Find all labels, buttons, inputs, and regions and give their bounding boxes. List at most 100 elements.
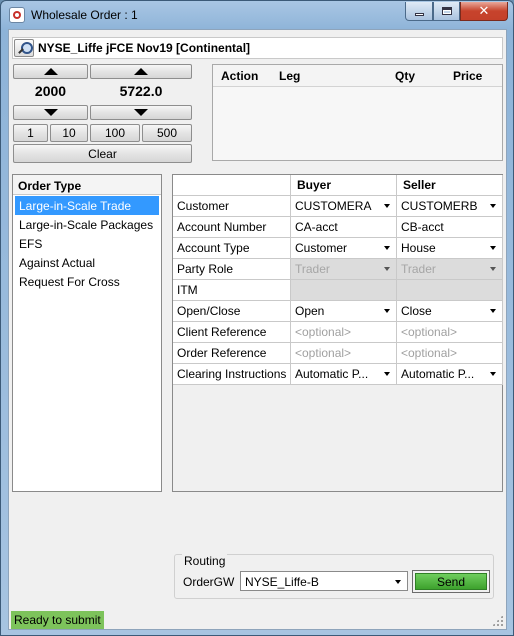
legs-table-body <box>213 87 502 160</box>
chevron-down-icon[interactable] <box>378 239 395 256</box>
seller-account-type-select[interactable]: House <box>397 238 503 259</box>
order-reference-label: Order Reference <box>173 343 291 364</box>
clear-button[interactable]: Clear <box>13 144 192 163</box>
increment-10-button[interactable]: 10 <box>50 124 88 142</box>
buyer-clearing-instructions-select[interactable]: Automatic P... <box>291 364 397 385</box>
increment-1-button[interactable]: 1 <box>13 124 48 142</box>
buyer-account-type-select[interactable]: Customer <box>291 238 397 259</box>
grid-header-row: Buyer Seller <box>173 175 503 196</box>
seller-column-header: Seller <box>397 175 503 196</box>
seller-customer-value: CUSTOMERB <box>401 199 478 213</box>
buyer-customer-select[interactable]: CUSTOMERA <box>291 196 397 217</box>
close-icon: ✕ <box>478 3 490 19</box>
buyer-clearing-instructions-value: Automatic P... <box>295 367 369 381</box>
chevron-down-icon[interactable] <box>378 302 395 319</box>
order-window: Wholesale Order : 1 ✕ NYSE_Liffe jFCE No… <box>0 0 514 636</box>
column-price[interactable]: Price <box>453 69 482 83</box>
routing-legend: Routing <box>182 554 228 568</box>
send-button-label: Send <box>415 573 487 590</box>
chevron-down-icon[interactable] <box>484 365 501 382</box>
buyer-column-header: Buyer <box>291 175 397 196</box>
resize-grip-icon[interactable] <box>492 615 503 626</box>
price-value[interactable]: 5722.0 <box>90 83 192 99</box>
chevron-down-icon[interactable] <box>484 302 501 319</box>
column-qty[interactable]: Qty <box>395 69 415 83</box>
quantity-value[interactable]: 2000 <box>13 83 88 99</box>
chevron-down-icon[interactable] <box>484 239 501 256</box>
title-bar[interactable]: Wholesale Order : 1 ✕ <box>1 1 513 29</box>
seller-order-reference-input[interactable]: <optional> <box>397 343 503 364</box>
column-leg[interactable]: Leg <box>279 69 300 83</box>
instrument-search-button[interactable] <box>14 39 34 57</box>
chevron-down-icon[interactable] <box>378 365 395 382</box>
seller-client-reference-input[interactable]: <optional> <box>397 322 503 343</box>
status-badge: Ready to submit <box>11 611 104 629</box>
seller-open-close-select[interactable]: Close <box>397 301 503 322</box>
client-reference-label-text: Client Reference <box>177 325 267 339</box>
order-reference-row: Order Reference <optional> <optional> <box>173 343 503 364</box>
legs-table: Action Leg Qty Price <box>212 64 503 161</box>
open-close-label: Open/Close <box>173 301 291 322</box>
chevron-down-icon[interactable] <box>378 197 395 214</box>
order-type-item[interactable]: Against Actual <box>13 253 161 272</box>
quantity-down-button[interactable] <box>13 105 88 120</box>
ordergw-select[interactable]: NYSE_Liffe-B <box>240 571 408 591</box>
increment-100-button[interactable]: 100 <box>90 124 140 142</box>
arrow-down-icon <box>134 109 148 116</box>
ordergw-label: OrderGW <box>183 575 235 589</box>
chevron-down-icon[interactable] <box>484 197 501 214</box>
seller-itm-field <box>397 280 503 301</box>
order-type-item[interactable]: Request For Cross <box>13 272 161 291</box>
buyer-open-close-value: Open <box>295 304 325 318</box>
buyer-party-role-value: Trader <box>295 262 330 276</box>
close-button[interactable]: ✕ <box>460 2 508 21</box>
order-type-list: Order Type Large-in-Scale Trade Large-in… <box>12 174 162 492</box>
seller-party-role-select: Trader <box>397 259 503 280</box>
chevron-down-icon <box>484 260 501 277</box>
buyer-account-type-value: Customer <box>295 241 348 255</box>
open-close-row: Open/Close Open Close <box>173 301 503 322</box>
buyer-order-reference-input[interactable]: <optional> <box>291 343 397 364</box>
order-type-item[interactable]: Large-in-Scale Trade <box>15 196 159 215</box>
client-reference-row: Client Reference <optional> <optional> <box>173 322 503 343</box>
customer-label: Customer <box>173 196 291 217</box>
window-title: Wholesale Order : 1 <box>31 8 138 22</box>
column-action[interactable]: Action <box>221 69 258 83</box>
seller-account-number-field[interactable]: CB-acct <box>397 217 503 238</box>
order-reference-label-text: Order Reference <box>177 346 267 360</box>
seller-customer-select[interactable]: CUSTOMERB <box>397 196 503 217</box>
buyer-open-close-select[interactable]: Open <box>291 301 397 322</box>
order-type-item[interactable]: EFS <box>13 234 161 253</box>
buyer-account-number-value: CA-acct <box>295 220 338 234</box>
send-button[interactable]: Send <box>412 570 490 593</box>
maximize-icon <box>441 7 452 15</box>
seller-clearing-instructions-value: Automatic P... <box>401 367 475 381</box>
minimize-button[interactable] <box>405 2 433 21</box>
arrow-up-icon <box>43 68 58 75</box>
clearing-instructions-label: Clearing Instructions <box>173 364 291 385</box>
account-number-label: Account Number <box>173 217 291 238</box>
customer-row: Customer CUSTOMERA CUSTOMERB <box>173 196 503 217</box>
account-number-label-text: Account Number <box>177 220 267 234</box>
order-details-grid: Buyer Seller Customer CUSTOMERA CUSTOMER… <box>172 174 503 492</box>
itm-row: ITM <box>173 280 503 301</box>
seller-open-close-value: Close <box>401 304 432 318</box>
order-type-item[interactable]: Large-in-Scale Packages <box>13 215 161 234</box>
chevron-down-icon[interactable] <box>389 573 406 590</box>
chevron-down-icon <box>378 260 395 277</box>
instrument-bar: NYSE_Liffe jFCE Nov19 [Continental] <box>12 37 503 59</box>
seller-party-role-value: Trader <box>401 262 436 276</box>
price-down-button[interactable] <box>90 105 192 120</box>
customer-label-text: Customer <box>177 199 230 213</box>
maximize-button[interactable] <box>433 2 460 21</box>
quantity-up-button[interactable] <box>13 64 88 79</box>
account-type-row: Account Type Customer House <box>173 238 503 259</box>
buyer-order-reference-placeholder: <optional> <box>295 346 352 360</box>
seller-clearing-instructions-select[interactable]: Automatic P... <box>397 364 503 385</box>
increment-500-button[interactable]: 500 <box>142 124 192 142</box>
buyer-account-number-field[interactable]: CA-acct <box>291 217 397 238</box>
price-up-button[interactable] <box>90 64 192 79</box>
order-type-header: Order Type <box>13 175 161 195</box>
buyer-client-reference-input[interactable]: <optional> <box>291 322 397 343</box>
client-area: NYSE_Liffe jFCE Nov19 [Continental] 2000… <box>8 29 507 630</box>
